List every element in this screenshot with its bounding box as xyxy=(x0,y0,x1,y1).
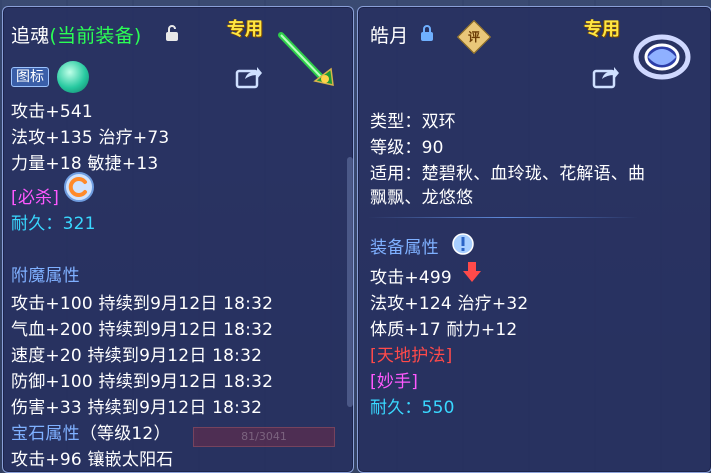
equipped-item-tooltip: 追魂(当前装备) 专用 图标 攻击+541 法攻+135 治疗+73 力量+18… xyxy=(2,6,354,473)
enchant-section-title: 附魔属性 xyxy=(11,266,80,286)
special-skill: [必杀] xyxy=(11,188,60,208)
stat-line: 法攻+124 治疗+32 xyxy=(370,294,529,314)
teal-orb-icon xyxy=(57,61,89,93)
equipped-status: (当前装备) xyxy=(49,25,142,47)
special-skill: [妙手] xyxy=(370,372,419,392)
durability: 耐久：321 xyxy=(11,214,96,234)
sword-item-icon xyxy=(278,32,334,86)
background-progress-bar: 81/3041 xyxy=(193,427,335,447)
enchant-line: 速度+20 持续到9月12日 18:32 xyxy=(11,346,263,366)
gem-line: 攻击+96 镶嵌太阳石 xyxy=(11,450,174,470)
exclusive-badge: 专用 xyxy=(584,19,620,40)
skill-swirl-icon[interactable] xyxy=(63,171,95,203)
unlocked-lock-icon[interactable] xyxy=(165,25,179,41)
enchant-line: 攻击+100 持续到9月12日 18:32 xyxy=(11,294,274,314)
share-icon[interactable] xyxy=(592,65,620,89)
stat-value: 攻击+499 xyxy=(370,268,452,288)
double-ring-item-icon xyxy=(633,34,691,80)
enchant-line: 防御+100 持续到9月12日 18:32 xyxy=(11,372,274,392)
icon-tag-button[interactable]: 图标 xyxy=(11,67,49,87)
item-suitable-cont: 飘飘、龙悠悠 xyxy=(370,188,474,208)
enchant-line: 伤害+33 持续到9月12日 18:32 xyxy=(11,398,263,418)
decrease-arrow-icon xyxy=(463,262,481,282)
stat-line: 攻击+541 xyxy=(11,102,93,122)
gem-level: （等级12） xyxy=(79,424,171,444)
item-name: 追魂 xyxy=(11,25,50,47)
special-skill: [天地护法] xyxy=(370,346,453,366)
item-suitable: 适用：楚碧秋、血玲珑、花解语、曲 xyxy=(370,164,646,184)
compare-item-tooltip: 皓月 专用 评 类型：双环 等级：90 适用：楚碧秋、血玲珑、花解语、曲 飘飘、… xyxy=(357,6,711,473)
item-title: 追魂(当前装备) xyxy=(11,21,141,48)
info-icon[interactable] xyxy=(452,233,474,255)
stat-line: 攻击+499 xyxy=(370,263,452,288)
gem-section-title: 宝石属性（等级12） xyxy=(11,419,171,444)
item-name: 皓月 xyxy=(370,25,409,47)
stat-line: 法攻+135 治疗+73 xyxy=(11,128,170,148)
section-divider xyxy=(368,217,638,218)
stat-line: 体质+17 耐力+12 xyxy=(370,320,518,340)
share-icon[interactable] xyxy=(235,65,263,89)
gem-title: 宝石属性 xyxy=(11,424,80,444)
durability: 耐久：550 xyxy=(370,398,455,418)
locked-lock-icon[interactable] xyxy=(420,25,434,41)
enchant-line: 气血+200 持续到9月12日 18:32 xyxy=(11,320,274,340)
item-level: 等级：90 xyxy=(370,138,444,158)
exclusive-badge: 专用 xyxy=(227,19,263,40)
attr-section-title: 装备属性 xyxy=(370,238,439,258)
item-type: 类型：双环 xyxy=(370,112,456,132)
rating-badge[interactable]: 评 xyxy=(457,20,491,54)
tooltip-scrollbar[interactable] xyxy=(347,157,353,407)
